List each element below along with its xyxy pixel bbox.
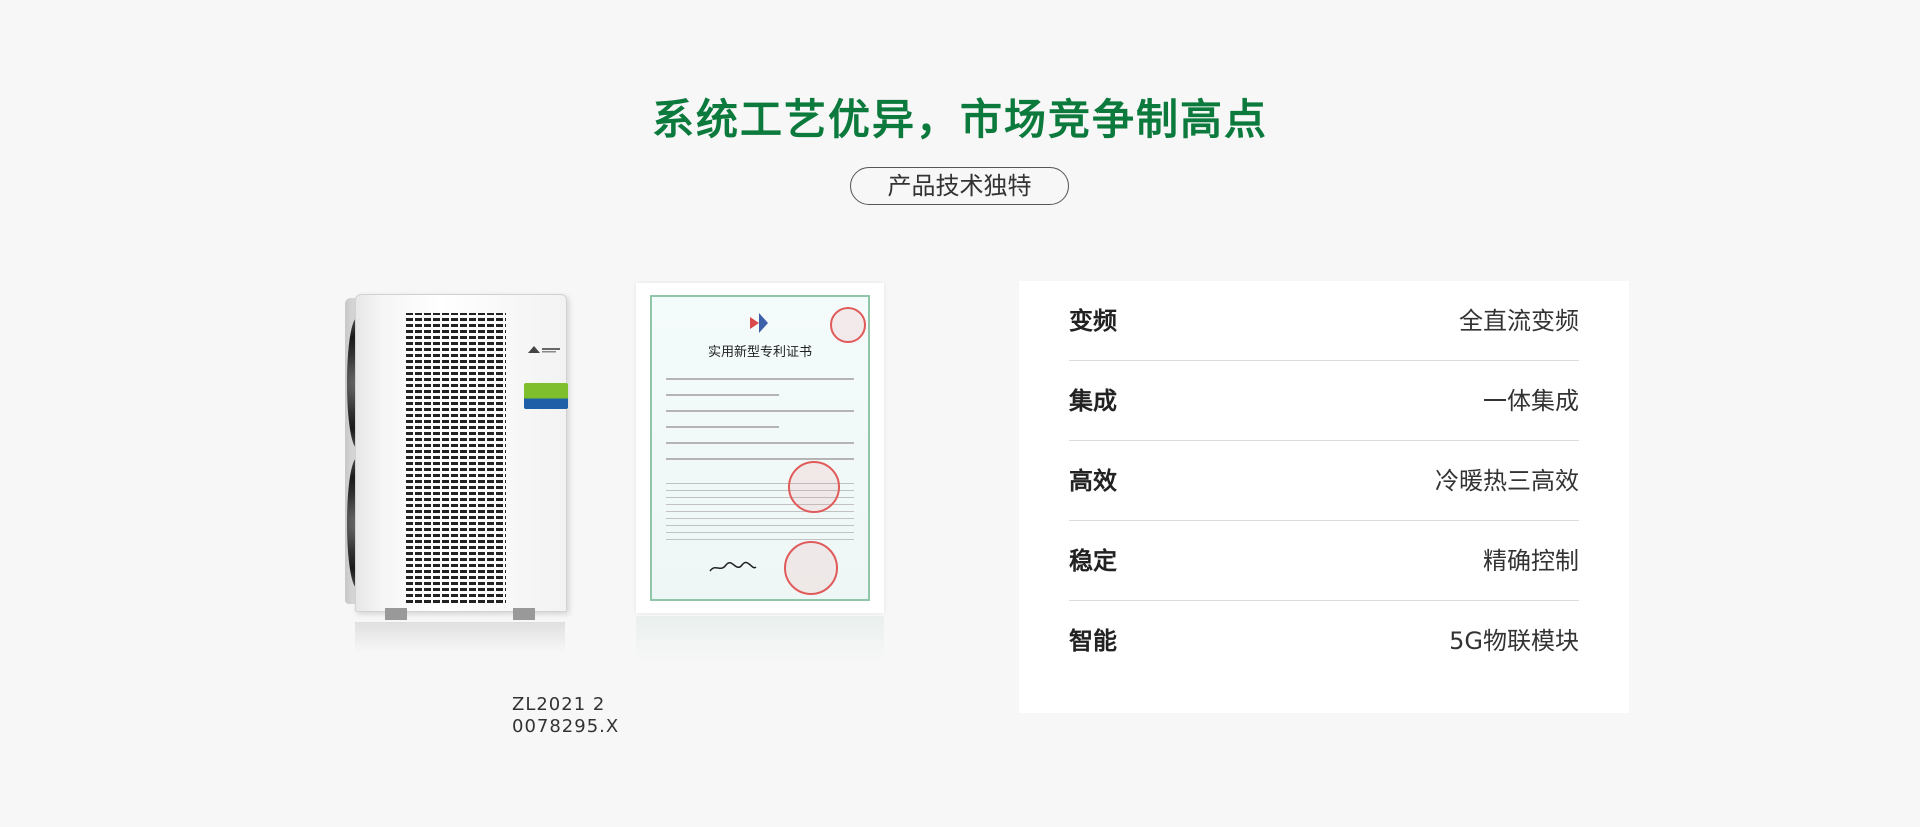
unit-foot — [385, 608, 407, 620]
spec-value: 冷暖热三高效 — [1435, 467, 1579, 495]
spec-row: 变频 全直流变频 — [1069, 281, 1579, 361]
certificate-text-lines — [666, 378, 854, 474]
spec-key: 稳定 — [1069, 547, 1117, 575]
page: 系统工艺优异，市场竞争制高点 产品技术独特 实用新型专利证书 ZL2021 2 … — [0, 0, 1920, 827]
certificate-reflection — [636, 616, 884, 662]
spec-key: 变频 — [1069, 307, 1117, 335]
spec-row: 稳定 精确控制 — [1069, 521, 1579, 601]
spec-row: 集成 一体集成 — [1069, 361, 1579, 441]
seal-stamp-icon — [784, 541, 838, 595]
spec-row: 智能 5G物联模块 — [1069, 601, 1579, 681]
spec-value: 5G物联模块 — [1449, 627, 1579, 655]
seal-stamp-icon — [788, 461, 840, 513]
unit-reflection — [355, 622, 565, 652]
energy-label-icon — [524, 383, 568, 409]
unit-body — [355, 294, 568, 612]
signature-icon — [709, 561, 757, 572]
spec-value: 一体集成 — [1483, 387, 1579, 415]
heat-pump-unit-image — [345, 290, 575, 652]
certificate-title: 实用新型专利证书 — [707, 345, 812, 360]
spec-row: 高效 冷暖热三高效 — [1069, 441, 1579, 521]
spec-value: 精确控制 — [1483, 547, 1579, 575]
section-subtitle-pill: 产品技术独特 — [850, 167, 1069, 205]
section-headline: 系统工艺优异，市场竞争制高点 — [651, 95, 1268, 144]
spec-key: 高效 — [1069, 467, 1117, 495]
unit-feet — [385, 608, 535, 620]
seal-stamp-icon — [830, 307, 866, 343]
brand-logo-icon — [528, 346, 560, 353]
patent-certificate-image: 实用新型专利证书 — [636, 283, 884, 613]
patent-number: ZL2021 2 0078295.X — [512, 694, 620, 737]
spec-key: 集成 — [1069, 387, 1117, 415]
unit-grille-cover — [406, 313, 506, 603]
unit-foot — [513, 608, 535, 620]
patent-emblem-icon — [750, 313, 768, 333]
spec-key: 智能 — [1069, 627, 1117, 655]
spec-value: 全直流变频 — [1459, 307, 1579, 335]
spec-card: 变频 全直流变频 集成 一体集成 高效 冷暖热三高效 稳定 精确控制 智能 5G… — [1019, 281, 1629, 713]
